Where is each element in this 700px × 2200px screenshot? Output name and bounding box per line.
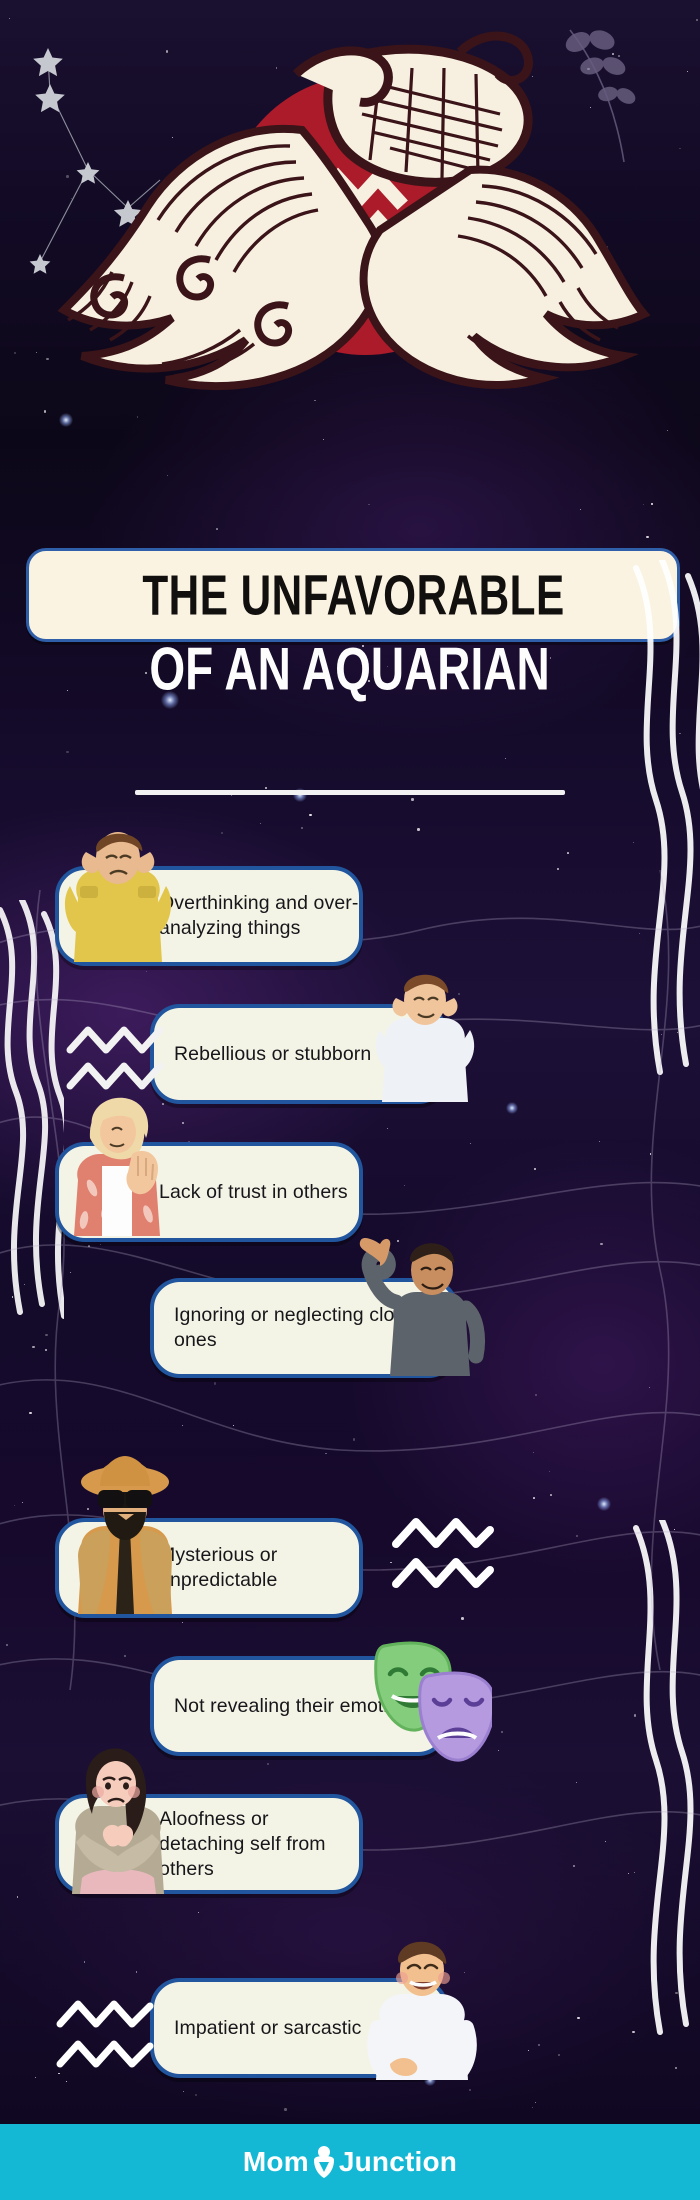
trait-label-1: Overthinking and over-analyzing things	[159, 892, 359, 939]
title-divider	[135, 790, 565, 795]
trait-card-8[interactable]: Impatient or sarcastic	[150, 1978, 448, 2078]
trait-label-2: Rebellious or stubborn	[174, 1042, 372, 1065]
trait-card-3[interactable]: Lack of trust in others	[55, 1142, 363, 1242]
trait-label-8: Impatient or sarcastic	[174, 2016, 362, 2039]
trait-card-7[interactable]: Aloofness or detaching self from others	[55, 1794, 363, 1894]
aquarius-glyph-icon-2	[392, 1518, 494, 1588]
momjunction-logo-icon	[311, 2145, 337, 2179]
brand-logo[interactable]: Mom Junction	[243, 2145, 457, 2179]
trait-card-4[interactable]: Ignoring or neglecting close ones	[150, 1278, 458, 1378]
trait-card-6[interactable]: Not revealing their emotions	[150, 1656, 448, 1756]
trait-card-2[interactable]: Rebellious or stubborn	[150, 1004, 448, 1104]
right-wave-decoration-bottom	[633, 1520, 694, 2035]
aquarius-glyph-icon-1	[66, 1026, 164, 1090]
trait-label-4: Ignoring or neglecting close ones	[174, 1304, 416, 1351]
trait-card-1[interactable]: Overthinking and over-analyzing things	[55, 866, 363, 966]
page-title-line1: THE UNFAVORABLE	[141, 563, 565, 627]
page-title-line2-wrap: OF AN AQUARIAN	[0, 635, 700, 702]
trait-label-6: Not revealing their emotions	[174, 1694, 420, 1717]
brand-name-second: Junction	[338, 2146, 458, 2177]
hero-illustration	[0, 0, 700, 400]
left-wave-decoration	[0, 900, 64, 1319]
footer-bar: Mom Junction	[0, 2124, 700, 2200]
page-title-line2: OF AN AQUARIAN	[149, 635, 551, 703]
trait-label-3: Lack of trust in others	[159, 1180, 348, 1203]
infographic-page: THE UNFAVORABLE OF AN AQUARIAN Overthink…	[0, 0, 700, 2200]
aquarius-glyph-icon-3	[56, 2000, 154, 2068]
aquarius-water-bearer-icon	[57, 31, 651, 391]
trait-label-7: Aloofness or detaching self from others	[159, 1807, 326, 1880]
trait-label-5: Mysterious or unpredictable	[159, 1544, 278, 1591]
trait-card-5[interactable]: Mysterious or unpredictable	[55, 1518, 363, 1618]
brand-name-first: Mom	[242, 2146, 309, 2177]
title-band: THE UNFAVORABLE	[26, 548, 680, 642]
